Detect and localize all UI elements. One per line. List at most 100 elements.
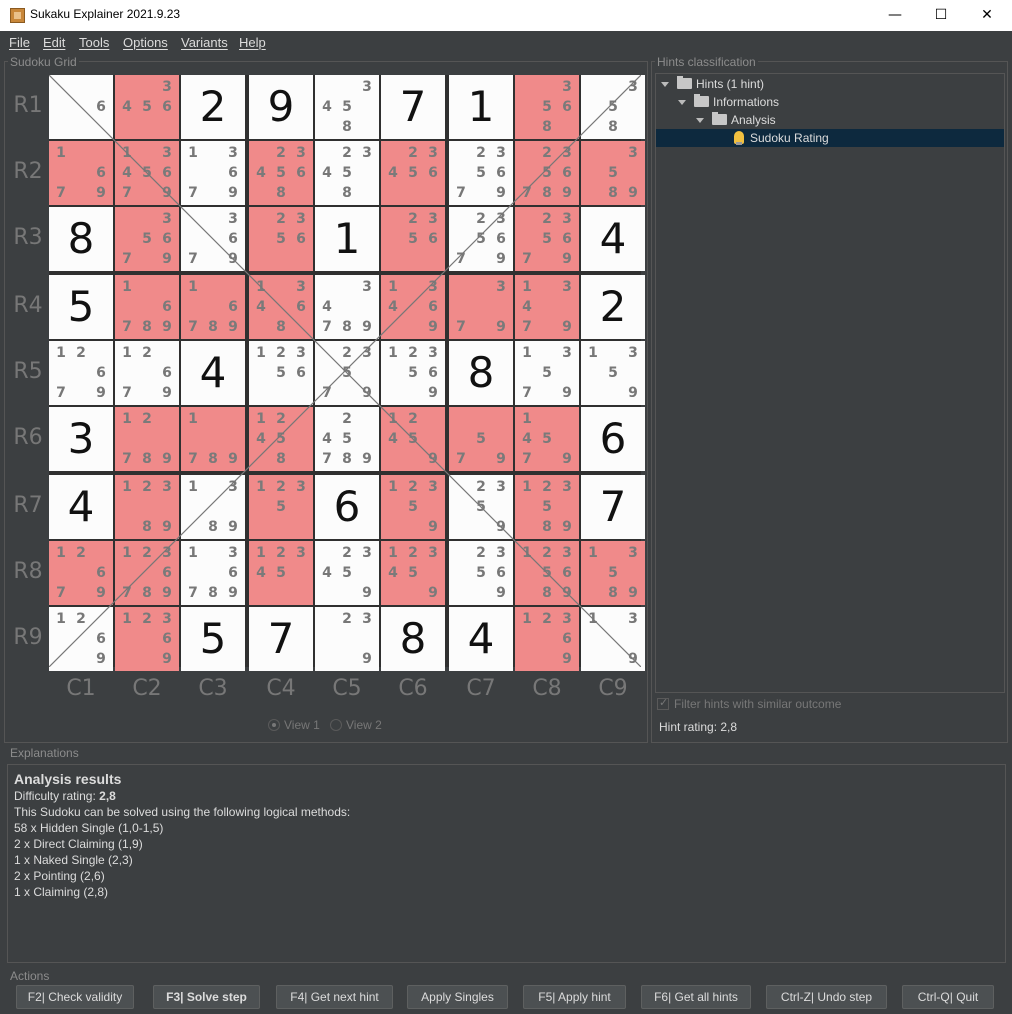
cell-r1c3[interactable]: 2 xyxy=(181,75,245,139)
cell-r8c5[interactable]: 23 459 xyxy=(315,541,379,605)
tree-node-analysis[interactable]: Analysis xyxy=(696,111,776,129)
cell-r6c5[interactable]: 245789 xyxy=(315,407,379,471)
cell-r8c6[interactable]: 123 459 xyxy=(381,541,445,605)
cell-r6c6[interactable]: 12459 xyxy=(381,407,445,471)
cell-r8c3[interactable]: 1 3 6 789 xyxy=(181,541,245,605)
cell-r6c4[interactable]: 1245 8 xyxy=(249,407,313,471)
cell-r8c7[interactable]: 2356 9 xyxy=(449,541,513,605)
cell-r5c6[interactable]: 12356 9 xyxy=(381,341,445,405)
cell-r9c5[interactable]: 23 9 xyxy=(315,607,379,671)
cell-r6c3[interactable]: 1789 xyxy=(181,407,245,471)
cell-r5c8[interactable]: 1 357 9 xyxy=(515,341,579,405)
cell-r7c4[interactable]: 1235 xyxy=(249,475,313,539)
menu-edit[interactable]: Edit xyxy=(43,35,65,50)
check-validity-button[interactable]: F2| Check validity xyxy=(16,985,134,1009)
cell-r1c9[interactable]: 35 8 xyxy=(581,75,645,139)
menu-tools[interactable]: Tools xyxy=(79,35,109,50)
cell-r8c4[interactable]: 123 45 xyxy=(249,541,313,605)
cell-r5c1[interactable]: 126 7 9 xyxy=(49,341,113,405)
cell-r3c7[interactable]: 2356 7 9 xyxy=(449,207,513,271)
cell-r7c8[interactable]: 1235 89 xyxy=(515,475,579,539)
cell-r1c8[interactable]: 3568 xyxy=(515,75,579,139)
cell-r2c4[interactable]: 23 4568 xyxy=(249,141,313,205)
cell-r1c1[interactable]: 6 xyxy=(49,75,113,139)
cell-r5c2[interactable]: 126 7 9 xyxy=(115,341,179,405)
cell-r7c5[interactable]: 6 xyxy=(315,475,379,539)
cell-r2c5[interactable]: 23 45 8 xyxy=(315,141,379,205)
cell-r5c5[interactable]: 2357 9 xyxy=(315,341,379,405)
tree-node-informations[interactable]: Informations xyxy=(678,93,779,111)
chevron-down-icon[interactable] xyxy=(696,118,704,123)
cell-r9c2[interactable]: 123 6 9 xyxy=(115,607,179,671)
cell-r9c8[interactable]: 123 6 9 xyxy=(515,607,579,671)
next-hint-button[interactable]: F4| Get next hint xyxy=(276,985,393,1009)
cell-r2c7[interactable]: 2356 7 9 xyxy=(449,141,513,205)
cell-r3c5[interactable]: 1 xyxy=(315,207,379,271)
cell-r3c2[interactable]: 356 7 9 xyxy=(115,207,179,271)
cell-r4c8[interactable]: 1 3 4 7 9 xyxy=(515,275,579,339)
cell-r2c8[interactable]: 2356 789 xyxy=(515,141,579,205)
cell-r9c9[interactable]: 1 3 9 xyxy=(581,607,645,671)
cell-r4c3[interactable]: 1 6 789 xyxy=(181,275,245,339)
apply-singles-button[interactable]: Apply Singles xyxy=(407,985,508,1009)
view2-radio[interactable]: View 2 xyxy=(330,718,382,732)
tree-node-hints[interactable]: Hints (1 hint) xyxy=(661,75,764,93)
maximize-button[interactable]: ☐ xyxy=(918,0,964,31)
apply-hint-button[interactable]: F5| Apply hint xyxy=(523,985,626,1009)
hints-tree[interactable]: Hints (1 hint) Informations Analysis Sud… xyxy=(655,73,1005,693)
menu-help[interactable]: Help xyxy=(239,35,266,50)
cell-r6c8[interactable]: 1 457 9 xyxy=(515,407,579,471)
filter-checkbox[interactable]: Filter hints with similar outcome xyxy=(657,696,841,711)
cell-r7c9[interactable]: 7 xyxy=(581,475,645,539)
cell-r4c5[interactable]: 3 4 789 xyxy=(315,275,379,339)
cell-r4c9[interactable]: 2 xyxy=(581,275,645,339)
cell-r2c9[interactable]: 35 89 xyxy=(581,141,645,205)
chevron-down-icon[interactable] xyxy=(678,100,686,105)
cell-r7c6[interactable]: 12359 xyxy=(381,475,445,539)
cell-r9c1[interactable]: 126 9 xyxy=(49,607,113,671)
cell-r8c9[interactable]: 1 35 89 xyxy=(581,541,645,605)
cell-r7c7[interactable]: 2359 xyxy=(449,475,513,539)
chevron-down-icon[interactable] xyxy=(661,82,669,87)
cell-r3c8[interactable]: 2356 7 9 xyxy=(515,207,579,271)
cell-r8c2[interactable]: 123 6 789 xyxy=(115,541,179,605)
cell-r7c3[interactable]: 1 3 89 xyxy=(181,475,245,539)
cell-r7c1[interactable]: 4 xyxy=(49,475,113,539)
cell-r4c1[interactable]: 5 xyxy=(49,275,113,339)
cell-r3c9[interactable]: 4 xyxy=(581,207,645,271)
menu-file[interactable]: File xyxy=(9,35,30,50)
cell-r9c6[interactable]: 8 xyxy=(381,607,445,671)
menu-variants[interactable]: Variants xyxy=(181,35,228,50)
cell-r6c1[interactable]: 3 xyxy=(49,407,113,471)
undo-step-button[interactable]: Ctrl-Z| Undo step xyxy=(766,985,887,1009)
cell-r5c3[interactable]: 4 xyxy=(181,341,245,405)
cell-r9c3[interactable]: 5 xyxy=(181,607,245,671)
cell-r3c1[interactable]: 8 xyxy=(49,207,113,271)
cell-r8c8[interactable]: 1235689 xyxy=(515,541,579,605)
cell-r7c2[interactable]: 123 89 xyxy=(115,475,179,539)
cell-r4c6[interactable]: 1 3 4 6 9 xyxy=(381,275,445,339)
minimize-button[interactable]: — xyxy=(872,0,918,31)
menu-options[interactable]: Options xyxy=(123,35,168,50)
cell-r3c6[interactable]: 2356 xyxy=(381,207,445,271)
solve-step-button[interactable]: F3| Solve step xyxy=(153,985,260,1009)
cell-r1c7[interactable]: 1 xyxy=(449,75,513,139)
cell-r8c1[interactable]: 126 7 9 xyxy=(49,541,113,605)
cell-r3c4[interactable]: 2356 xyxy=(249,207,313,271)
tree-node-sudoku-rating[interactable]: Sudoku Rating xyxy=(656,129,1004,147)
cell-r5c9[interactable]: 1 359 xyxy=(581,341,645,405)
cell-r2c2[interactable]: 1 3 456 7 9 xyxy=(115,141,179,205)
cell-r5c7[interactable]: 8 xyxy=(449,341,513,405)
close-button[interactable]: ✕ xyxy=(964,0,1010,31)
cell-r5c4[interactable]: 12356 xyxy=(249,341,313,405)
cell-r6c7[interactable]: 57 9 xyxy=(449,407,513,471)
cell-r9c4[interactable]: 7 xyxy=(249,607,313,671)
cell-r1c5[interactable]: 3 45 8 xyxy=(315,75,379,139)
get-all-hints-button[interactable]: F6| Get all hints xyxy=(641,985,751,1009)
cell-r1c2[interactable]: 3 456 xyxy=(115,75,179,139)
quit-button[interactable]: Ctrl-Q| Quit xyxy=(902,985,994,1009)
cell-r1c4[interactable]: 9 xyxy=(249,75,313,139)
sudoku-grid[interactable]: 6345629345871356835816791345679136792345… xyxy=(49,75,645,671)
cell-r4c2[interactable]: 1 6 789 xyxy=(115,275,179,339)
cell-r2c3[interactable]: 1 3 6 7 9 xyxy=(181,141,245,205)
